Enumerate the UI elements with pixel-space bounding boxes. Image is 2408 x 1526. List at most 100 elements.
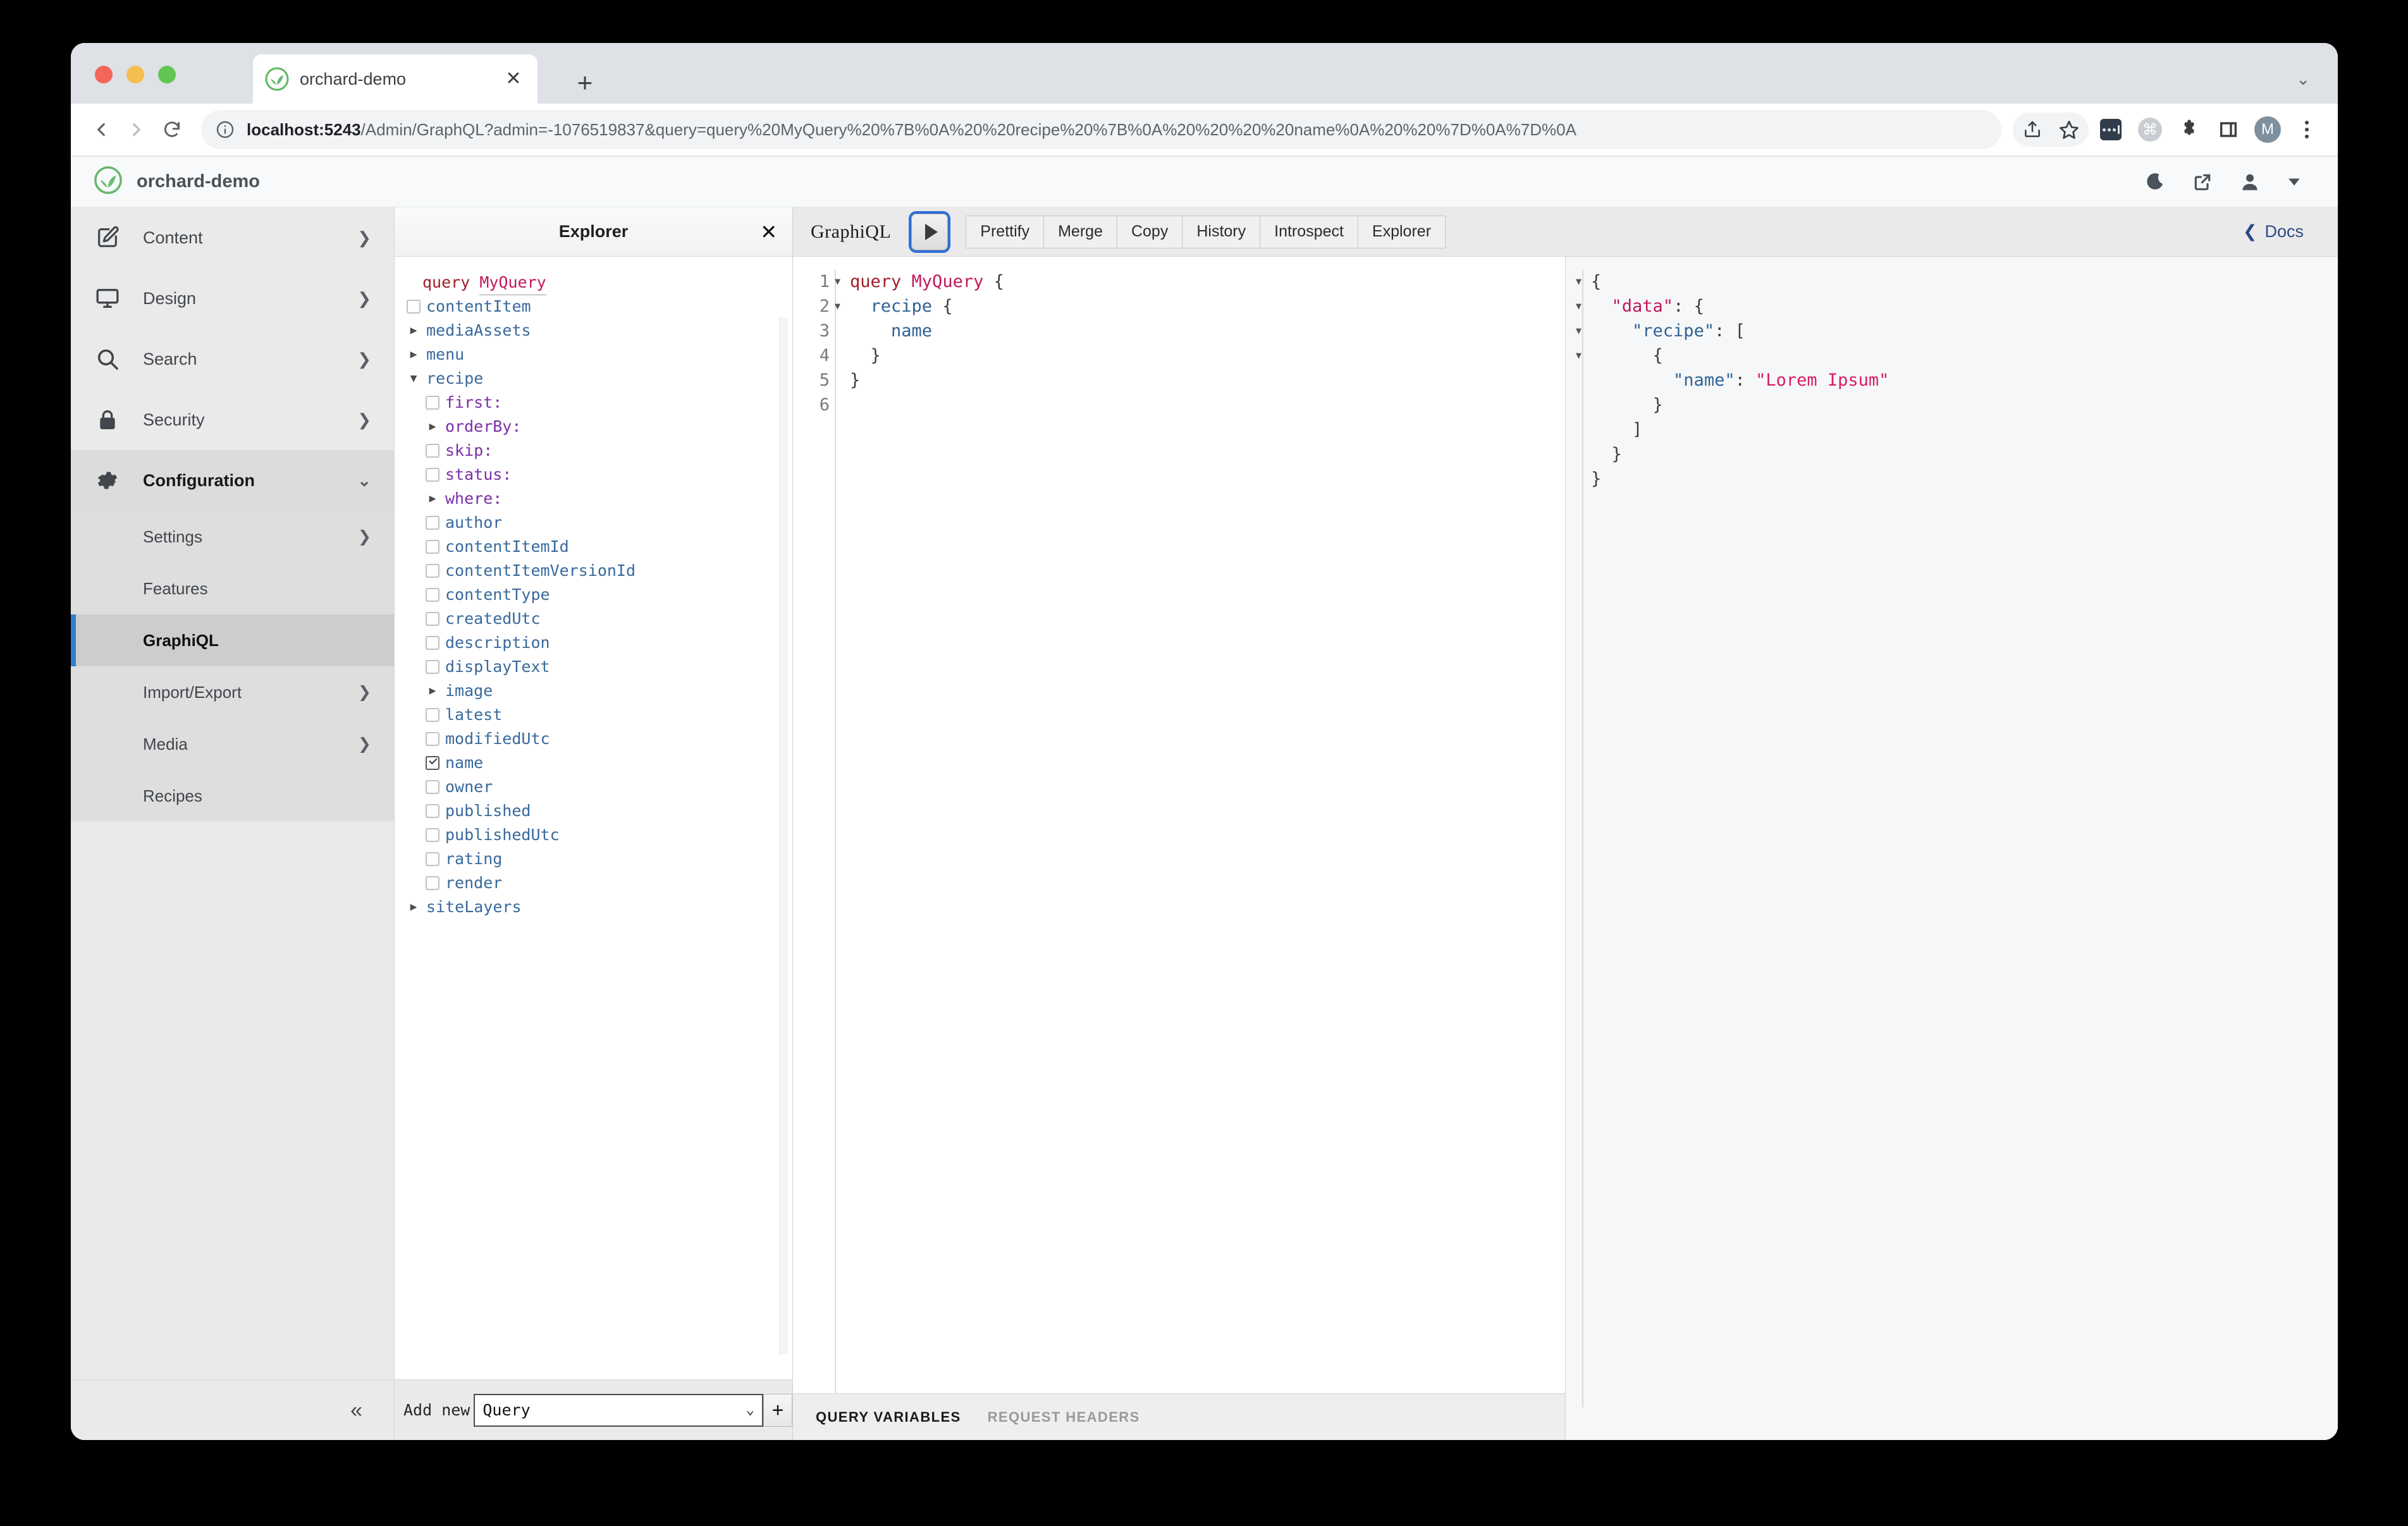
explorer-tree-item[interactable]: ▶ siteLayers: [405, 895, 792, 919]
explorer-operation-row[interactable]: query MyQuery: [405, 271, 792, 295]
extension-dark-icon[interactable]: [2094, 113, 2128, 147]
result-viewer[interactable]: ▼{▼ "data": {▼ "recipe": [▼ { "name": "L…: [1566, 257, 2338, 1407]
copy-button[interactable]: Copy: [1116, 215, 1182, 248]
explorer-button[interactable]: Explorer: [1357, 215, 1446, 248]
close-window-button[interactable]: [95, 66, 113, 83]
close-icon[interactable]: ✕: [501, 66, 526, 92]
fold-toggle-icon[interactable]: ▼: [1576, 302, 1582, 311]
explorer-tree-item[interactable]: skip:: [405, 439, 792, 463]
collapse-sidebar-icon[interactable]: «: [350, 1400, 362, 1421]
triangle-right-icon[interactable]: ▶: [429, 421, 436, 432]
user-icon[interactable]: [2239, 171, 2261, 193]
field-checkbox[interactable]: [426, 444, 439, 458]
explorer-tree-item[interactable]: published: [405, 799, 792, 823]
explorer-tree-item[interactable]: ▶ menu: [405, 343, 792, 367]
tab-query-variables[interactable]: QUERY VARIABLES: [816, 1409, 961, 1425]
explorer-tree-item[interactable]: owner: [405, 775, 792, 799]
sidebar-subitem-settings[interactable]: Settings ❯: [71, 511, 394, 563]
explorer-scrollbar[interactable]: [779, 317, 788, 1354]
explorer-tree-item[interactable]: contentType: [405, 583, 792, 607]
prettify-button[interactable]: Prettify: [966, 215, 1044, 248]
operation-name[interactable]: MyQuery: [479, 271, 546, 295]
explorer-tree-item[interactable]: rating: [405, 847, 792, 871]
external-link-icon[interactable]: [2192, 172, 2213, 192]
field-checkbox[interactable]: [426, 876, 439, 890]
explorer-tree-item[interactable]: author: [405, 511, 792, 535]
sidebar-icon[interactable]: [2211, 113, 2245, 147]
moon-icon[interactable]: [2144, 171, 2166, 193]
field-checkbox[interactable]: [426, 588, 439, 602]
explorer-tree-item[interactable]: name: [405, 751, 792, 775]
profile-avatar[interactable]: M: [2251, 113, 2285, 147]
sidebar-subitem-recipes[interactable]: Recipes: [71, 770, 394, 822]
query-editor[interactable]: 1 ▼ 2 ▼ 3 4 5 6 query MyQuery { recipe { name }…: [793, 257, 1565, 1393]
triangle-right-icon[interactable]: ▶: [410, 349, 417, 360]
sidebar-item-search[interactable]: Search ❯: [71, 329, 394, 389]
explorer-tree-item[interactable]: render: [405, 871, 792, 895]
explorer-tree-item[interactable]: contentItemId: [405, 535, 792, 559]
brand[interactable]: orchard-demo: [94, 166, 260, 198]
forward-icon[interactable]: [119, 112, 154, 147]
triangle-down-icon[interactable]: ▼: [410, 373, 417, 384]
explorer-tree-item[interactable]: displayText: [405, 655, 792, 679]
explorer-tree-item[interactable]: ▶ image: [405, 679, 792, 703]
triangle-right-icon[interactable]: ▶: [410, 325, 417, 336]
sidebar-item-design[interactable]: Design ❯: [71, 268, 394, 329]
fold-toggle-icon[interactable]: ▼: [1576, 351, 1582, 360]
field-checkbox[interactable]: [426, 516, 439, 530]
fold-toggle-icon[interactable]: ▼: [1576, 277, 1582, 286]
sidebar-subitem-graphiql[interactable]: GraphiQL: [71, 614, 394, 666]
triangle-right-icon[interactable]: ▶: [429, 493, 436, 504]
puzzle-icon[interactable]: [2172, 113, 2206, 147]
fold-toggle-icon[interactable]: ▼: [835, 277, 840, 286]
field-checkbox[interactable]: [407, 300, 421, 314]
fold-toggle-icon[interactable]: ▼: [835, 302, 840, 311]
explorer-tree-item[interactable]: contentItemVersionId: [405, 559, 792, 583]
add-operation-button[interactable]: +: [763, 1393, 792, 1427]
explorer-tree-item[interactable]: status:: [405, 463, 792, 487]
triangle-right-icon[interactable]: ▶: [429, 685, 436, 697]
command-icon[interactable]: ⌘: [2133, 113, 2167, 147]
field-checkbox[interactable]: [426, 540, 439, 554]
explorer-tree-item[interactable]: ▶ orderBy:: [405, 415, 792, 439]
field-checkbox[interactable]: [426, 852, 439, 866]
chevron-down-icon[interactable]: ⌄: [2296, 71, 2310, 87]
introspect-button[interactable]: Introspect: [1260, 215, 1358, 248]
explorer-tree-item[interactable]: ▶ mediaAssets: [405, 319, 792, 343]
chevron-down-icon[interactable]: [2287, 175, 2301, 189]
field-checkbox[interactable]: [426, 660, 439, 674]
field-checkbox[interactable]: [426, 612, 439, 626]
sidebar-subitem-media[interactable]: Media ❯: [71, 718, 394, 770]
explorer-tree-item[interactable]: first:: [405, 391, 792, 415]
star-icon[interactable]: [2052, 113, 2086, 147]
browser-tab[interactable]: orchard-demo ✕: [253, 54, 538, 104]
explorer-tree-item[interactable]: description: [405, 631, 792, 655]
tab-request-headers[interactable]: REQUEST HEADERS: [988, 1409, 1140, 1425]
field-checkbox[interactable]: [426, 636, 439, 650]
explorer-tree-item[interactable]: modifiedUtc: [405, 727, 792, 751]
field-checkbox[interactable]: [426, 468, 439, 482]
explorer-tree-item[interactable]: ▼ recipe: [405, 367, 792, 391]
sidebar-item-configuration[interactable]: Configuration ⌄: [71, 450, 394, 511]
field-checkbox[interactable]: [426, 804, 439, 818]
explorer-tree-item[interactable]: ▶ where:: [405, 487, 792, 511]
merge-button[interactable]: Merge: [1043, 215, 1117, 248]
explorer-tree-item[interactable]: latest: [405, 703, 792, 727]
triangle-right-icon[interactable]: ▶: [410, 901, 417, 913]
field-checkbox[interactable]: [426, 396, 439, 410]
field-checkbox[interactable]: [426, 780, 439, 794]
explorer-tree-item[interactable]: contentItem: [405, 295, 792, 319]
field-checkbox[interactable]: [426, 732, 439, 746]
close-icon[interactable]: ✕: [760, 222, 777, 242]
docs-button[interactable]: ❮ Docs: [2232, 222, 2320, 241]
reload-icon[interactable]: [154, 112, 190, 147]
address-bar[interactable]: localhost:5243/Admin/GraphQL?admin=-1076…: [201, 110, 2001, 149]
explorer-tree-item[interactable]: publishedUtc: [405, 823, 792, 847]
back-icon[interactable]: [83, 112, 119, 147]
execute-query-button[interactable]: [911, 213, 949, 250]
maximize-window-button[interactable]: [158, 66, 176, 83]
info-icon[interactable]: [215, 119, 235, 140]
sidebar-item-content[interactable]: Content ❯: [71, 207, 394, 268]
sidebar-subitem-import-export[interactable]: Import/Export ❯: [71, 666, 394, 718]
add-new-operation-select[interactable]: Query ⌄: [474, 1393, 763, 1427]
